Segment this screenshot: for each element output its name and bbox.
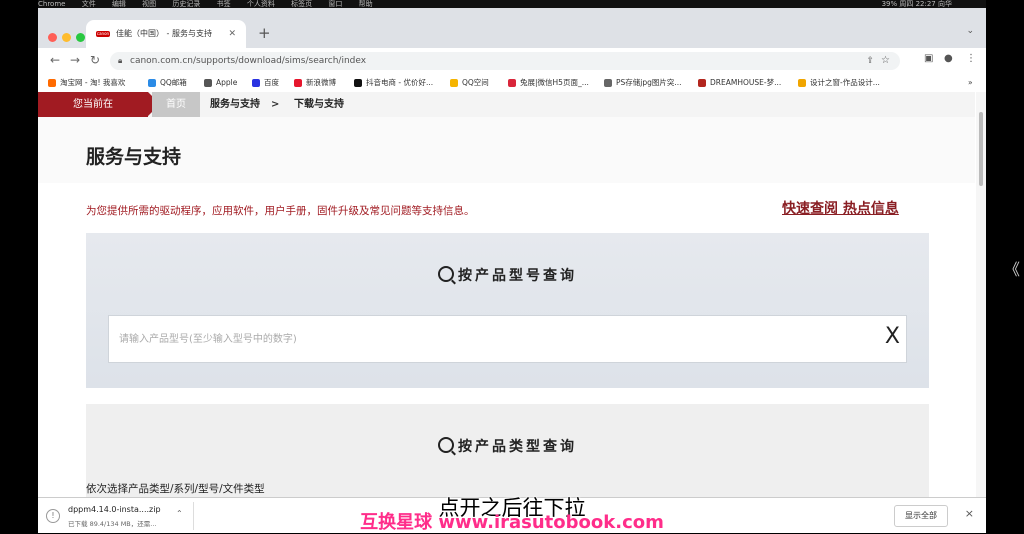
zoom-window-button[interactable]	[76, 33, 85, 42]
bookmark-item[interactable]: 兔展|微信H5页面_...	[508, 74, 589, 92]
new-tab-button[interactable]: +	[258, 24, 271, 42]
model-search-box: X	[108, 315, 907, 363]
lock-icon[interactable]: 🔒︎	[118, 52, 122, 70]
bookmark-item[interactable]: QQ空间	[450, 74, 489, 92]
bookmark-favicon-icon	[148, 79, 156, 87]
type-search-title: 按产品类型查询	[86, 436, 929, 456]
share-icon[interactable]: ⇪	[866, 52, 874, 70]
breadcrumb-separator: >	[271, 99, 280, 110]
back-icon[interactable]: ←	[50, 53, 60, 67]
dreamhouse-icon	[698, 79, 706, 87]
minimize-window-button[interactable]	[62, 33, 71, 42]
model-search-panel: 按产品型号查询 X	[86, 233, 929, 388]
bookmark-item[interactable]: 淘宝网 - 淘! 我喜欢	[48, 74, 125, 92]
menu-app[interactable]: Chrome	[38, 0, 65, 8]
bookmarks-more-button[interactable]: »	[968, 74, 973, 92]
reload-icon[interactable]: ↻	[90, 53, 100, 67]
bookmark-item[interactable]: PS存储jpg图片突...	[604, 74, 682, 92]
bookmark-star-icon[interactable]: ☆	[881, 52, 890, 70]
page-scrollbar[interactable]	[976, 92, 986, 497]
canon-favicon-icon: canon	[96, 31, 110, 37]
browser-window: canon 佳能（中国） - 服务与支持 ✕ + ⌄ ← → ↻ 🔒︎ cano…	[38, 8, 986, 533]
document-icon	[604, 79, 612, 87]
model-search-input[interactable]	[117, 316, 861, 362]
breadcrumb-home-link[interactable]: 首页	[152, 92, 200, 117]
address-bar[interactable]: 🔒︎ canon.com.cn/supports/download/sims/s…	[110, 52, 900, 70]
bookmark-item[interactable]: 抖音电商 - 优价好...	[354, 74, 433, 92]
tab-bar: canon 佳能（中国） - 服务与支持 ✕ + ⌄	[38, 8, 986, 48]
search-icon	[438, 266, 454, 282]
breadcrumb-current-label: 您当前在	[38, 92, 160, 117]
close-window-button[interactable]	[48, 33, 57, 42]
search-icon	[438, 437, 454, 453]
more-menu-icon[interactable]: ⋮	[966, 53, 976, 64]
page-title: 服务与支持	[86, 146, 182, 168]
tab-search-chevron-icon[interactable]: ⌄	[966, 26, 974, 36]
bookmark-item[interactable]: Apple	[204, 74, 237, 92]
bookmarks-bar: 淘宝网 - 淘! 我喜欢 QQ邮箱 Apple 百度 新浪微博 抖音电商 - 优…	[38, 74, 986, 93]
bookmark-item[interactable]: QQ邮箱	[148, 74, 187, 92]
bookmark-item[interactable]: DREAMHOUSE-梦...	[698, 74, 781, 92]
window-controls	[48, 27, 90, 46]
tab-close-icon[interactable]: ✕	[228, 20, 236, 48]
type-search-panel: 按产品类型查询 依次选择产品类型/系列/型号/文件类型	[86, 404, 929, 497]
qzone-icon	[450, 79, 458, 87]
side-arrow-icon[interactable]: 《	[1004, 256, 1020, 280]
apple-icon	[204, 79, 212, 87]
bookmark-item[interactable]: 百度	[252, 74, 279, 92]
breadcrumb-download-link[interactable]: 下载与支持	[294, 92, 344, 117]
menu-item[interactable]: 帮助	[359, 0, 373, 8]
clear-icon[interactable]: X	[885, 324, 900, 349]
bookmark-item[interactable]: 新浪微博	[294, 74, 336, 92]
forward-icon[interactable]: →	[70, 53, 80, 67]
tab-canon-support[interactable]: canon 佳能（中国） - 服务与支持 ✕	[86, 20, 246, 48]
menu-item[interactable]: 个人资料	[247, 0, 275, 8]
browser-toolbar: ← → ↻ 🔒︎ canon.com.cn/supports/download/…	[38, 48, 986, 74]
menu-item[interactable]: 标签页	[291, 0, 312, 8]
bookmark-favicon-icon	[48, 79, 56, 87]
system-menu-bar: Chrome 文件 编辑 视图 历史记录 书签 个人资料 标签页 窗口 帮助 3…	[38, 0, 986, 8]
menu-status: 39% 周四 22:27 向华	[881, 0, 952, 8]
weibo-icon	[294, 79, 302, 87]
baidu-icon	[252, 79, 260, 87]
bookmark-item[interactable]: 设计之窗-作品设计...	[798, 74, 880, 92]
menu-item[interactable]: 窗口	[328, 0, 342, 8]
watermark: 互换星球 www.irasutobook.com	[360, 512, 664, 533]
menu-item[interactable]: 文件	[82, 0, 96, 8]
menu-item[interactable]: 历史记录	[172, 0, 200, 8]
page-content: 您当前在 首页 服务与支持 > 下载与支持 服务与支持 为您提供所需的驱动程序，…	[38, 92, 986, 497]
scrollbar-thumb[interactable]	[979, 112, 983, 186]
sidebar-toggle-icon[interactable]: ▣	[924, 53, 933, 64]
douyin-icon	[354, 79, 362, 87]
url-text[interactable]: canon.com.cn/supports/download/sims/sear…	[130, 52, 366, 70]
menu-item[interactable]: 编辑	[112, 0, 126, 8]
menu-item[interactable]: 视图	[142, 0, 156, 8]
rabbit-icon	[508, 79, 516, 87]
design-window-icon	[798, 79, 806, 87]
menu-item[interactable]: 书签	[217, 0, 231, 8]
breadcrumb: 您当前在 首页 服务与支持 > 下载与支持	[38, 92, 975, 117]
tab-title: 佳能（中国） - 服务与支持	[116, 29, 212, 38]
model-search-title: 按产品型号查询	[86, 265, 929, 285]
intro-text: 为您提供所需的驱动程序，应用软件，用户手册，固件升级及常见问题等支持信息。	[86, 205, 475, 217]
quick-links-link[interactable]: 快速查阅 热点信息	[782, 198, 899, 218]
profile-avatar-icon[interactable]: ●	[944, 53, 953, 64]
breadcrumb-service-link[interactable]: 服务与支持	[210, 92, 260, 117]
